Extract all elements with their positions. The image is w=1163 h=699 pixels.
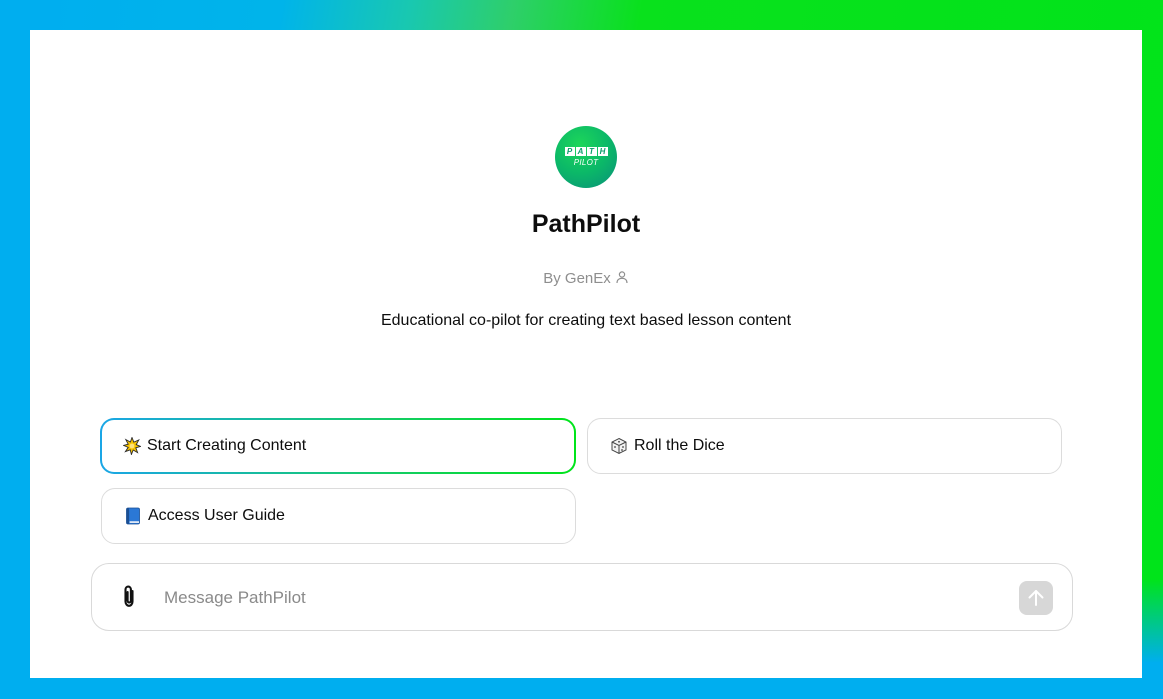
send-button[interactable]	[1019, 581, 1053, 615]
starter-label: Start Creating Content	[147, 437, 307, 454]
logo-letter: A	[575, 147, 586, 156]
arrow-up-icon	[1028, 590, 1044, 606]
gpt-title: PathPilot	[531, 210, 641, 238]
sparkle-burst-icon	[123, 437, 141, 455]
blue-book-icon	[126, 507, 140, 525]
starter-label: Access User Guide	[148, 507, 285, 524]
logo-subtext: PILOT	[573, 158, 599, 167]
gpt-description: Educational co-pilot for creating text b…	[380, 312, 792, 329]
pathpilot-logo: P A T H PILOT	[555, 126, 617, 188]
gpt-landing-panel: P A T H PILOT PathPilot By GenEx Educati…	[30, 30, 1142, 678]
logo-letter: P	[564, 147, 575, 156]
dice-icon	[611, 437, 627, 455]
starter-roll-the-dice[interactable]: Roll the Dice	[587, 418, 1062, 474]
logo-letter: T	[586, 147, 597, 156]
starter-label: Roll the Dice	[634, 437, 725, 454]
starter-start-creating-content[interactable]: Start Creating Content	[100, 418, 576, 474]
message-composer	[91, 563, 1073, 631]
logo-letter: H	[597, 147, 608, 156]
gpt-author: By GenEx	[30, 270, 1142, 287]
author-label: By GenEx	[543, 270, 611, 287]
paperclip-icon[interactable]	[118, 584, 140, 610]
message-input[interactable]	[162, 582, 1006, 614]
person-icon[interactable]	[615, 270, 629, 284]
logo-wordmark: P A T H	[564, 147, 608, 156]
starter-access-user-guide[interactable]: Access User Guide	[101, 488, 576, 544]
